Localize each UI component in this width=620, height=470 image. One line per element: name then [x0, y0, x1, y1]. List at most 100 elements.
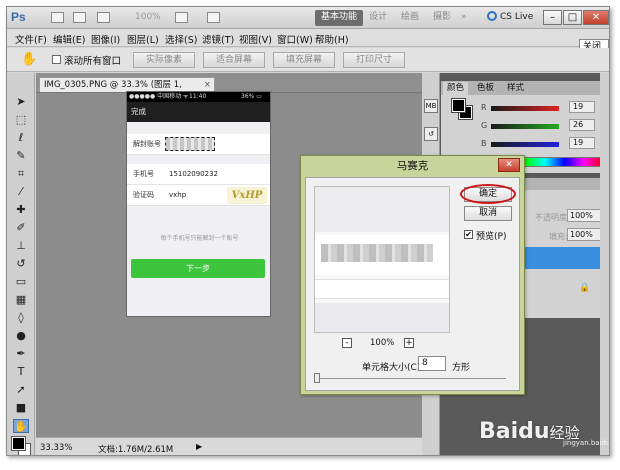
view-extras-icon[interactable]	[97, 12, 110, 23]
mini-bridge-panel-icon[interactable]: MB	[424, 99, 438, 113]
phone-nav-title: 完成	[131, 107, 146, 116]
menu-layer[interactable]: 图层(L)	[127, 32, 159, 46]
close-document-icon[interactable]: ×	[204, 78, 211, 92]
zoom-level-menu[interactable]: 100%	[135, 12, 161, 22]
menu-image[interactable]: 图像(I)	[91, 32, 120, 46]
cell-size-unit: 方形	[452, 363, 471, 373]
shape-tool-icon[interactable]: ■	[13, 401, 29, 415]
blue-channel-slider[interactable]	[491, 142, 559, 147]
dialog-close-button[interactable]: ✕	[498, 158, 520, 172]
tab-color[interactable]: 颜色	[443, 82, 469, 95]
cancel-button[interactable]: 取消	[464, 206, 512, 221]
opacity-field[interactable]: 100%	[567, 209, 601, 222]
eyedropper-tool-icon[interactable]: ⁄	[13, 185, 29, 199]
brush-tool-icon[interactable]: ✐	[13, 221, 29, 235]
watermark-text: Baidu	[479, 419, 550, 444]
history-brush-tool-icon[interactable]: ↺	[13, 257, 29, 271]
cs-live-button[interactable]: CS Live	[487, 10, 533, 25]
filter-preview[interactable]	[314, 186, 450, 333]
hand-tool-icon[interactable]: ✋	[13, 419, 29, 433]
mosaic-selection	[165, 137, 215, 151]
marquee-tool-icon[interactable]: ⬚	[13, 113, 29, 127]
pen-tool-icon[interactable]: ✒	[13, 347, 29, 361]
preview-zoom-out-button[interactable]: -	[342, 338, 352, 348]
close-window-button[interactable]: ✕	[583, 10, 609, 25]
tools-panel: ➤ ⬚ ℓ ✎ ⌗ ⁄ ✚ ✐ ⊥ ↺ ▭ ▦ ◊ ● ✒ T ➚ ■ ✋	[7, 73, 35, 455]
eraser-tool-icon[interactable]: ▭	[13, 275, 29, 289]
scroll-all-windows-label: 滚动所有窗口	[64, 56, 122, 67]
crop-tool-icon[interactable]: ⌗	[13, 167, 29, 181]
blue-channel-label: B	[481, 139, 487, 148]
preview-band	[315, 187, 449, 232]
mosaic-dialog: 马赛克 ✕ - 100% + 确定 取消 ✔ 预览(P) 单元格大小(C): 8…	[300, 155, 525, 395]
red-channel-slider[interactable]	[491, 106, 559, 111]
cell-size-slider-thumb[interactable]	[314, 373, 320, 383]
phone-row-captcha: 验证码 vxhp VxHP	[127, 185, 270, 206]
maximize-button[interactable]: □	[563, 10, 582, 25]
path-select-tool-icon[interactable]: ➚	[13, 383, 29, 397]
red-channel-label: R	[481, 103, 487, 112]
fill-screen-button[interactable]: 填充屏幕	[273, 52, 335, 68]
workspace-photography[interactable]: 摄影	[427, 10, 457, 26]
lock-icon: 🔒	[579, 283, 591, 293]
screen-mode-icon[interactable]	[207, 12, 220, 23]
actual-pixels-button[interactable]: 实际像素	[133, 52, 195, 68]
menu-filter[interactable]: 滤镜(T)	[202, 32, 234, 46]
phone-row-label: 手机号	[133, 170, 154, 178]
watermark-subtext: jingyan.baidu.com	[563, 439, 610, 447]
blue-channel-value[interactable]: 19	[569, 137, 595, 149]
scroll-all-windows-checkbox[interactable]	[52, 55, 61, 64]
dodge-tool-icon[interactable]: ●	[13, 329, 29, 343]
menu-edit[interactable]: 编辑(E)	[53, 32, 85, 46]
menu-help[interactable]: 帮助(H)	[315, 32, 349, 46]
move-tool-icon[interactable]: ➤	[13, 95, 29, 109]
bridge-icon[interactable]	[51, 12, 64, 23]
fill-field[interactable]: 100%	[567, 228, 601, 241]
menu-view[interactable]: 视图(V)	[239, 32, 272, 46]
status-menu-arrow-icon[interactable]: ▶	[196, 442, 202, 451]
document-tab[interactable]: IMG_0305.PNG @ 33.3% (图层 1, RGB/8) * ×	[39, 77, 215, 104]
preview-band	[315, 279, 449, 299]
arrange-documents-icon[interactable]	[175, 12, 188, 23]
tab-swatches[interactable]: 色板	[473, 82, 498, 95]
minimize-button[interactable]: –	[543, 10, 562, 25]
lasso-tool-icon[interactable]: ℓ	[13, 131, 29, 145]
panel-foreground-swatch[interactable]	[451, 98, 466, 113]
minibridge-icon[interactable]	[73, 12, 86, 23]
more-workspaces-button[interactable]: »	[455, 10, 473, 26]
blur-tool-icon[interactable]: ◊	[13, 311, 29, 325]
menu-window[interactable]: 窗口(W)	[277, 32, 313, 46]
cell-size-input[interactable]: 8	[418, 356, 446, 371]
hand-tool-preset-icon[interactable]: ✋	[21, 52, 37, 68]
panels-scrollbar[interactable]	[600, 73, 609, 455]
red-channel-value[interactable]: 19	[569, 101, 595, 113]
cell-size-slider-track[interactable]	[316, 378, 506, 379]
green-channel-value[interactable]: 26	[569, 119, 595, 131]
tab-styles[interactable]: 样式	[503, 82, 528, 95]
fit-screen-button[interactable]: 适合屏幕	[203, 52, 265, 68]
print-size-button[interactable]: 打印尺寸	[343, 52, 405, 68]
gradient-tool-icon[interactable]: ▦	[13, 293, 29, 307]
preview-zoom-in-button[interactable]: +	[404, 338, 414, 348]
workspace-essentials[interactable]: 基本功能	[315, 10, 364, 26]
clone-stamp-tool-icon[interactable]: ⊥	[13, 239, 29, 253]
quick-select-tool-icon[interactable]: ✎	[13, 149, 29, 163]
green-channel-slider[interactable]	[491, 124, 559, 129]
healing-brush-tool-icon[interactable]: ✚	[13, 203, 29, 217]
workspace-design[interactable]: 设计	[363, 10, 393, 26]
status-doc-size: 文档:1.76M/2.61M	[98, 445, 174, 455]
phone-battery: 36% ▭	[241, 93, 262, 100]
phone-next-button: 下一步	[131, 259, 265, 278]
history-panel-icon[interactable]: ↺	[424, 127, 438, 141]
foreground-color-swatch[interactable]	[11, 436, 26, 451]
phone-time: 11:40	[189, 93, 207, 100]
preview-checkbox[interactable]: ✔	[464, 230, 473, 239]
menu-select[interactable]: 选择(S)	[165, 32, 197, 46]
ok-highlight-annotation	[460, 184, 516, 204]
phone-screenshot-image: ●●●●● 中国移动 ᯤ 11:40 36% ▭ 完成 解封账号 手机号 151…	[126, 91, 271, 317]
workspace-painting[interactable]: 绘画	[395, 10, 425, 26]
phone-hint-text: 每个手机号只能解封一个账号	[160, 235, 239, 242]
type-tool-icon[interactable]: T	[13, 365, 29, 379]
menu-file[interactable]: 文件(F)	[15, 32, 47, 46]
status-zoom[interactable]: 33.33%	[40, 443, 72, 453]
